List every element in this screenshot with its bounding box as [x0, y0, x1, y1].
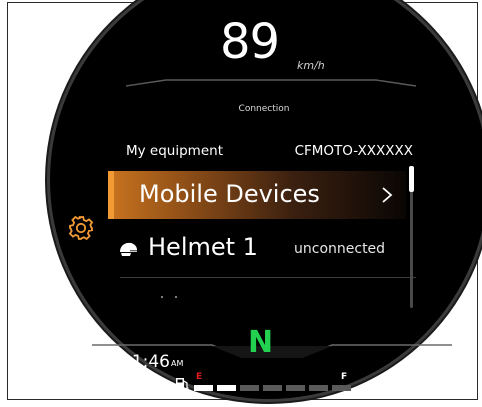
scrollbar-thumb[interactable] [409, 166, 414, 192]
fuel-segment [286, 385, 305, 391]
fuel-segment [332, 385, 351, 391]
fuel-segment [217, 385, 236, 391]
clock-time: 11:46 [121, 352, 170, 372]
gear-position: N [248, 325, 274, 360]
fuel-empty-label: E [196, 372, 203, 382]
breadcrumb: Connection [238, 104, 290, 114]
fuel-segment [194, 385, 213, 391]
more-items-indicator [160, 295, 178, 299]
connection-status: unconnected [294, 241, 386, 257]
gear-icon[interactable] [66, 213, 96, 243]
clock-ampm: AM [171, 359, 184, 368]
helmet-icon [120, 242, 137, 256]
header-divider [126, 79, 416, 87]
chevron-right-icon [382, 187, 393, 203]
fuel-segment [240, 385, 259, 391]
fuel-segment [309, 385, 328, 391]
selection-indicator [108, 171, 114, 219]
list-item-mobile-devices[interactable]: Mobile Devices [108, 171, 406, 219]
fuel-pump-icon [175, 378, 189, 391]
speed-value: 89 [220, 14, 280, 70]
fuel-gauge [194, 385, 351, 391]
fuel-full-label: F [341, 372, 348, 382]
device-name: CFMOTO-XXXXXX [294, 143, 413, 159]
fuel-segment [263, 385, 282, 391]
list-item-label: Helmet 1 [148, 233, 258, 261]
list-separator [120, 277, 416, 278]
section-title: My equipment [126, 143, 223, 159]
screenshot-frame: 89 km/h Connection My equipment CFMOTO-X… [7, 0, 482, 400]
list-item-helmet-1[interactable]: Helmet 1 unconnected [108, 227, 406, 271]
list-item-label: Mobile Devices [139, 180, 320, 208]
speed-unit: km/h [297, 59, 325, 72]
equipment-header: My equipment CFMOTO-XXXXXX [126, 141, 416, 163]
